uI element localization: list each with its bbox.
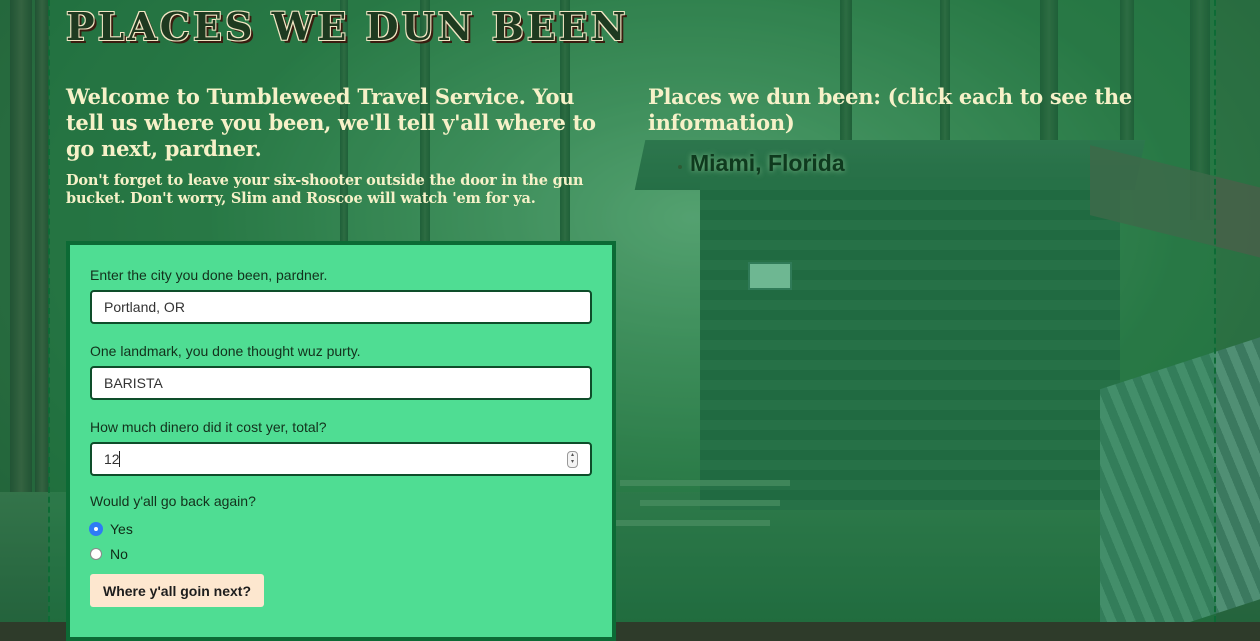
cost-input[interactable] xyxy=(90,442,592,476)
visited-places-list: Miami, Florida xyxy=(678,150,845,177)
return-label: Would y'all go back again? xyxy=(90,493,256,509)
radio-label-no: No xyxy=(110,545,128,562)
radio-unselected-icon[interactable] xyxy=(90,547,102,560)
visited-places-heading: Places we dun been: (click each to see t… xyxy=(648,84,1132,135)
city-label: Enter the city you done been, pardner. xyxy=(90,267,328,283)
submit-button[interactable]: Where y'all goin next? xyxy=(90,574,265,607)
visited-place-label: Miami, Florida xyxy=(690,150,845,176)
bullet-icon xyxy=(678,164,682,169)
radio-selected-icon[interactable] xyxy=(90,522,102,535)
welcome-text: Welcome to Tumbleweed Travel Service. Yo… xyxy=(66,84,596,161)
reminder-text: Don't forget to leave your six-shooter o… xyxy=(66,172,584,207)
radio-option-yes[interactable]: Yes xyxy=(90,516,592,541)
radio-option-no[interactable]: No xyxy=(90,541,592,566)
visited-place-item[interactable]: Miami, Florida xyxy=(678,150,845,177)
text-cursor xyxy=(119,451,120,467)
number-stepper-icon[interactable]: ▴ ▾ xyxy=(567,451,578,468)
page-title: PLACES WE DUN BEEN xyxy=(66,4,629,49)
cost-label: How much dinero did it cost yer, total? xyxy=(90,419,327,435)
content-container: PLACES WE DUN BEEN Welcome to Tumbleweed… xyxy=(48,0,1216,641)
travel-form: Enter the city you done been, pardner. O… xyxy=(66,241,616,641)
radio-label-yes: Yes xyxy=(110,520,133,537)
city-input[interactable] xyxy=(90,290,592,324)
cost-field: ▴▾ xyxy=(90,442,592,476)
landmark-input[interactable] xyxy=(90,366,592,400)
landmark-label: One landmark, you done thought wuz purty… xyxy=(90,343,361,359)
